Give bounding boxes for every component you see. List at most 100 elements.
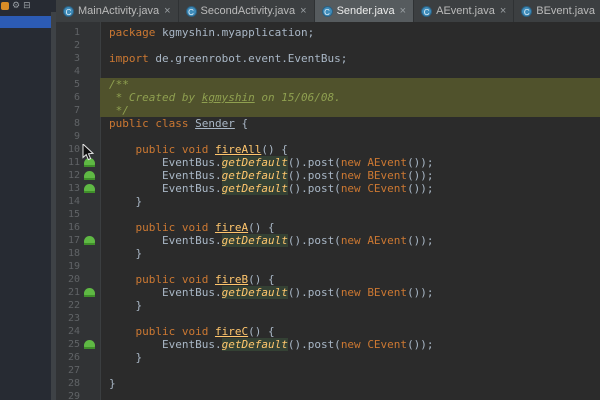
- code-text[interactable]: EventBus.getDefault().post(new BEvent())…: [100, 169, 600, 182]
- code-text[interactable]: EventBus.getDefault().post(new CEvent())…: [100, 338, 600, 351]
- java-class-icon: C: [185, 5, 197, 17]
- code-token: () {: [261, 143, 288, 156]
- code-text[interactable]: }: [100, 377, 600, 390]
- code-token: new: [340, 156, 368, 169]
- tab-close-icon[interactable]: ×: [500, 5, 506, 17]
- project-panel-toolbar: ⚙ ⊟: [1, 0, 31, 12]
- project-selected-item[interactable]: [0, 16, 56, 28]
- code-text[interactable]: [100, 39, 600, 52]
- gutter-cell: 4: [56, 65, 100, 78]
- code-text[interactable]: [100, 65, 600, 78]
- line-number: 16: [67, 222, 80, 233]
- orange-badge-icon[interactable]: [1, 2, 9, 10]
- gutter-icon-slot: [80, 195, 100, 208]
- code-text[interactable]: public void fireA() {: [100, 221, 600, 234]
- tab-secondactivity-java[interactable]: C SecondActivity.java ×: [179, 0, 315, 22]
- line-number: 9: [73, 131, 80, 142]
- code-line: 19: [56, 260, 600, 273]
- code-line: 18 }: [56, 247, 600, 260]
- code-text[interactable]: }: [100, 247, 600, 260]
- code-token: EventBus.: [109, 156, 222, 169]
- tab-label: BEvent.java: [536, 5, 595, 17]
- code-line: 21 EventBus.getDefault().post(new BEvent…: [56, 286, 600, 299]
- eventbus-post-icon[interactable]: [84, 236, 95, 245]
- tab-aevent-java[interactable]: C AEvent.java ×: [414, 0, 515, 22]
- tab-label: Sender.java: [336, 5, 395, 17]
- tab-mainactivity-java[interactable]: C MainActivity.java ×: [56, 0, 179, 22]
- gutter-cell: 15: [56, 208, 100, 221]
- code-text[interactable]: }: [100, 299, 600, 312]
- eventbus-post-icon[interactable]: [84, 288, 95, 297]
- code-area[interactable]: 1 package kgmyshin.myapplication; 2 3 import…: [56, 22, 600, 400]
- code-text[interactable]: * Created by kgmyshin on 15/06/08.: [100, 91, 600, 104]
- code-text[interactable]: [100, 364, 600, 377]
- eventbus-post-icon[interactable]: [84, 340, 95, 349]
- code-text[interactable]: [100, 312, 600, 325]
- code-lines: 1 package kgmyshin.myapplication; 2 3 import…: [56, 26, 600, 400]
- code-token: () {: [248, 325, 275, 338]
- code-token: }: [109, 377, 116, 390]
- code-line: 23: [56, 312, 600, 325]
- code-text[interactable]: }: [100, 195, 600, 208]
- line-number: 17: [67, 235, 80, 246]
- gutter-icon-slot: [80, 26, 100, 39]
- collapse-all-icon[interactable]: ⊟: [23, 1, 31, 11]
- gutter-cell: 29: [56, 390, 100, 400]
- code-token: public void: [135, 221, 215, 234]
- code-text[interactable]: public void fireB() {: [100, 273, 600, 286]
- tab-close-icon[interactable]: ×: [300, 5, 306, 17]
- code-line: 24 public void fireC() {: [56, 325, 600, 338]
- tab-close-icon[interactable]: ×: [164, 5, 170, 17]
- gutter-icon-slot: [80, 299, 100, 312]
- code-text[interactable]: */: [100, 104, 600, 117]
- gutter-icon-slot: [80, 130, 100, 143]
- gutter-cell: 18: [56, 247, 100, 260]
- gutter-cell: 7: [56, 104, 100, 117]
- code-token: package: [109, 26, 162, 39]
- eventbus-post-icon[interactable]: [84, 184, 95, 193]
- code-text[interactable]: import de.greenrobot.event.EventBus;: [100, 52, 600, 65]
- tab-close-icon[interactable]: ×: [400, 5, 406, 17]
- code-text[interactable]: }: [100, 351, 600, 364]
- code-token: public void: [135, 325, 215, 338]
- code-text[interactable]: EventBus.getDefault().post(new CEvent())…: [100, 182, 600, 195]
- code-line: 28}: [56, 377, 600, 390]
- gutter-icon-slot: [80, 286, 100, 299]
- gutter-cell: 19: [56, 260, 100, 273]
- code-text[interactable]: EventBus.getDefault().post(new AEvent())…: [100, 234, 600, 247]
- code-text[interactable]: [100, 390, 600, 400]
- code-line: 17 EventBus.getDefault().post(new AEvent…: [56, 234, 600, 247]
- tab-bevent-java[interactable]: CBEvent.java×: [514, 0, 600, 22]
- code-text[interactable]: [100, 208, 600, 221]
- code-token: ());: [407, 169, 434, 182]
- code-token: EventBus.: [109, 182, 222, 195]
- code-text[interactable]: /**: [100, 78, 600, 91]
- gutter-icon-slot: [80, 260, 100, 273]
- gutter-icon-slot: [80, 39, 100, 52]
- code-text[interactable]: EventBus.getDefault().post(new BEvent())…: [100, 286, 600, 299]
- gutter-cell: 22: [56, 299, 100, 312]
- gutter-icon-slot: [80, 247, 100, 260]
- code-token: */: [109, 104, 129, 117]
- tab-sender-java[interactable]: C Sender.java ×: [314, 0, 415, 22]
- code-text[interactable]: public class Sender {: [100, 117, 600, 130]
- gutter-icon-slot: [80, 104, 100, 117]
- code-text[interactable]: [100, 260, 600, 273]
- code-token: {: [234, 117, 249, 130]
- code-text[interactable]: EventBus.getDefault().post(new AEvent())…: [100, 156, 600, 169]
- code-line: 10 public void fireAll() {: [56, 143, 600, 156]
- code-token: EventBus.: [109, 169, 222, 182]
- gutter-cell: 9: [56, 130, 100, 143]
- line-number: 3: [73, 53, 80, 64]
- eventbus-post-icon[interactable]: [84, 171, 95, 180]
- code-text[interactable]: [100, 130, 600, 143]
- code-token: on 15/06/08.: [254, 91, 341, 104]
- line-number: 22: [67, 300, 80, 311]
- code-text[interactable]: package kgmyshin.myapplication;: [100, 26, 600, 39]
- code-text[interactable]: public void fireC() {: [100, 325, 600, 338]
- gutter-cell: 20: [56, 273, 100, 286]
- code-line: 22 }: [56, 299, 600, 312]
- code-text[interactable]: public void fireAll() {: [100, 143, 600, 156]
- gear-icon[interactable]: ⚙: [12, 1, 20, 11]
